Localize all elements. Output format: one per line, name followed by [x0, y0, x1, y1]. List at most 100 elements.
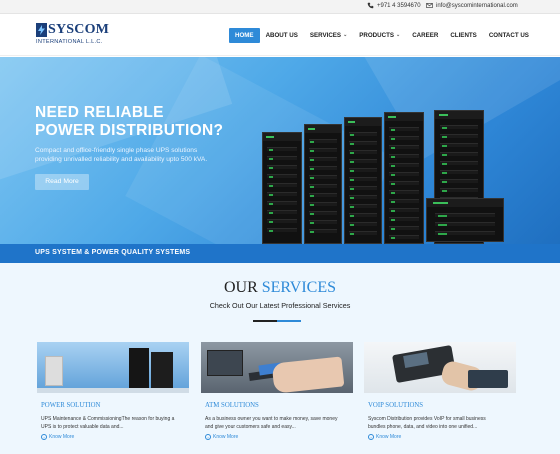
- nav-services[interactable]: SERVICES ⌄: [304, 28, 353, 43]
- ups-module-slot: [348, 213, 378, 217]
- nav-clients[interactable]: CLIENTS: [444, 28, 482, 43]
- ups-module-slot: [348, 159, 378, 163]
- ups-module-slot: [439, 143, 479, 147]
- service-description: UPS Maintenance & CommissioningThe reaso…: [41, 415, 189, 431]
- hero-title-line: NEED RELIABLE: [35, 104, 164, 121]
- ups-module-slot: [348, 222, 378, 226]
- ups-module-slot: [348, 204, 378, 208]
- ups-module-slot: [434, 213, 496, 217]
- ups-module-slot: [388, 145, 420, 149]
- nav-services-label: SERVICES: [309, 32, 342, 39]
- syscom-logo[interactable]: SYSCOM INTERNATIONAL L.L.C.: [36, 22, 109, 48]
- service-description: Syscom Distribution provides VoIP for sm…: [368, 415, 516, 431]
- nav-products[interactable]: PRODUCTS ⌄: [353, 28, 406, 43]
- service-card-atm: ATM SOLUTIONS As a business owner you wa…: [201, 342, 353, 440]
- ups-module-slot: [348, 177, 378, 181]
- know-more-link[interactable]: › Know More: [205, 434, 353, 440]
- hero-description: Compact and office-friendly single phase…: [35, 146, 235, 164]
- ups-module-slot: [266, 192, 298, 196]
- ups-module-slot: [439, 161, 479, 165]
- circle-arrow-icon: ›: [41, 434, 47, 440]
- ups-module-slot: [348, 231, 378, 235]
- service-title[interactable]: ATM SOLUTIONS: [205, 402, 353, 409]
- ups-module-slot: [266, 210, 298, 214]
- service-card-power: POWER SOLUTION UPS Maintenance & Commiss…: [37, 342, 189, 440]
- ups-module-slot: [308, 184, 338, 188]
- ups-module-slot: [266, 183, 298, 187]
- read-more-button[interactable]: Read More: [35, 174, 89, 190]
- service-description-line: bundles phone, data, and video into one …: [368, 424, 478, 430]
- ups-unit: [426, 198, 504, 242]
- top-contact-bar: +971 4 3594670 info@syscominternational.…: [0, 0, 560, 14]
- ups-module-slot: [266, 174, 298, 178]
- product-category-strip: UPS SYSTEM & POWER QUALITY SYSTEMS: [0, 244, 560, 263]
- ups-module-slot: [266, 201, 298, 205]
- ups-module-slot: [348, 186, 378, 190]
- service-description-line: UPS Maintenance & CommissioningThe reaso…: [41, 416, 175, 422]
- email-contact[interactable]: info@syscominternational.com: [426, 2, 518, 9]
- services-heading-services: SERVICES: [261, 279, 337, 296]
- email-address: info@syscominternational.com: [436, 2, 518, 9]
- services-subheading: Check Out Our Latest Professional Servic…: [209, 301, 351, 310]
- ups-module-slot: [266, 219, 298, 223]
- circle-arrow-icon: ›: [205, 434, 211, 440]
- phone-icon: [367, 2, 374, 9]
- ups-module-slot: [439, 152, 479, 156]
- circle-arrow-icon: ›: [368, 434, 374, 440]
- nav-clients-label: CLIENTS: [450, 32, 477, 39]
- nav-contact-us[interactable]: CONTACT US: [483, 28, 535, 43]
- ups-module-slot: [434, 222, 496, 226]
- ups-module-slot: [308, 220, 338, 224]
- ups-module-slot: [308, 211, 338, 215]
- ups-module-slot: [439, 188, 479, 192]
- hero-slider: NEED RELIABLE POWER DISTRIBUTION? Compac…: [0, 57, 560, 244]
- ups-module-slot: [388, 226, 420, 230]
- know-more-link[interactable]: › Know More: [368, 434, 516, 440]
- nav-home[interactable]: HOME: [229, 28, 260, 43]
- logo-bolt-icon: [38, 25, 45, 35]
- nav-career[interactable]: CAREER: [406, 28, 444, 43]
- ups-module-slot: [308, 157, 338, 161]
- ups-module-slot: [308, 148, 338, 152]
- nav-products-label: PRODUCTS: [359, 32, 394, 39]
- ups-module-slot: [266, 156, 298, 160]
- services-heading-our: OUR: [223, 279, 258, 296]
- phone-contact[interactable]: +971 4 3594670: [367, 2, 421, 9]
- logo-mark: [36, 23, 47, 37]
- ups-module-slot: [439, 179, 479, 183]
- service-description: As a business owner you want to make mon…: [205, 415, 353, 431]
- services-section: OUR SERVICES Check Out Our Latest Profes…: [0, 263, 560, 454]
- ups-module-slot: [308, 229, 338, 233]
- service-title[interactable]: POWER SOLUTION: [41, 402, 189, 409]
- phone-number: +971 4 3594670: [377, 2, 421, 9]
- ups-module-slot: [348, 168, 378, 172]
- nav-about-us[interactable]: ABOUT US: [260, 28, 304, 43]
- envelope-icon: [426, 3, 433, 8]
- know-more-link[interactable]: › Know More: [41, 434, 189, 440]
- ups-rack: [262, 132, 302, 244]
- ups-module-slot: [348, 141, 378, 145]
- ups-module-slot: [388, 208, 420, 212]
- hero-title-line: POWER DISTRIBUTION?: [35, 122, 224, 139]
- main-nav: HOME ABOUT US SERVICES ⌄ PRODUCTS ⌄ CAREER…: [229, 28, 535, 43]
- service-title[interactable]: VOIP SOLUTIONS: [368, 402, 516, 409]
- ups-rack: [384, 112, 424, 244]
- service-description-line: and give your customers safe and easy...: [205, 424, 296, 430]
- ups-module-slot: [388, 190, 420, 194]
- nav-about-us-label: ABOUT US: [265, 32, 298, 39]
- nav-career-label: CAREER: [412, 32, 439, 39]
- know-more-label: Know More: [49, 434, 75, 440]
- ups-module-slot: [439, 134, 479, 138]
- ups-module-slot: [266, 147, 298, 151]
- ups-module-slot: [308, 193, 338, 197]
- ups-module-slot: [348, 195, 378, 199]
- ups-module-slot: [388, 235, 420, 239]
- hero-description-line: providing unrivalled reliability and ava…: [35, 156, 208, 163]
- ups-module-slot: [348, 150, 378, 154]
- service-description-line: UPS is to protect valuable data and...: [41, 424, 124, 430]
- ups-module-slot: [266, 228, 298, 232]
- ups-module-slot: [388, 181, 420, 185]
- service-card-voip: VOIP SOLUTIONS Syscom Distribution provi…: [364, 342, 516, 440]
- service-description-line: Syscom Distribution provides VoIP for sm…: [368, 416, 486, 422]
- power-solution-image: [37, 342, 189, 393]
